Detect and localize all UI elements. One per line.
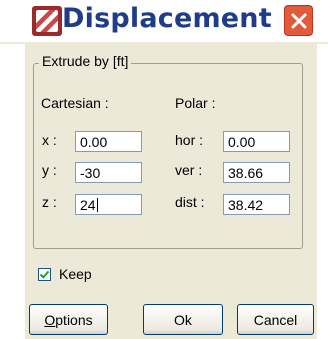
- hor-label: hor :: [175, 132, 204, 148]
- z-input[interactable]: 24: [75, 194, 142, 215]
- hor-input[interactable]: 0.00: [223, 131, 290, 152]
- ok-label: Ok: [174, 311, 192, 328]
- window-title: Displacement: [62, 3, 272, 34]
- z-label: z :: [42, 194, 57, 210]
- keep-checkbox[interactable]: [38, 268, 51, 281]
- z-value: 24: [80, 197, 96, 213]
- ok-button[interactable]: Ok: [143, 304, 223, 335]
- cancel-button[interactable]: Cancel: [237, 304, 314, 335]
- y-input[interactable]: -30: [75, 162, 142, 183]
- groupbox-title: Extrude by [ft]: [39, 53, 132, 69]
- window-right-margin: [316, 44, 328, 339]
- dist-input[interactable]: 38.42: [223, 194, 290, 215]
- x-label: x :: [42, 132, 57, 148]
- y-label: y :: [42, 162, 57, 178]
- dist-label: dist :: [175, 194, 205, 210]
- keep-label[interactable]: Keep: [59, 266, 92, 282]
- extrude-groupbox: [33, 63, 303, 249]
- options-button[interactable]: Options: [29, 304, 108, 335]
- ver-value: 38.66: [228, 165, 264, 181]
- title-bar[interactable]: Displacement: [0, 0, 328, 42]
- ver-label: ver :: [175, 162, 203, 178]
- options-label: ptions: [55, 311, 93, 328]
- hor-value: 0.00: [228, 134, 256, 150]
- y-value: -30: [80, 165, 101, 181]
- checkmark-icon: [39, 270, 50, 279]
- x-input[interactable]: 0.00: [75, 131, 142, 152]
- dist-value: 38.42: [228, 197, 264, 213]
- app-icon: [32, 6, 62, 36]
- close-icon: [291, 13, 306, 28]
- cancel-label: Cancel: [253, 311, 298, 328]
- ver-input[interactable]: 38.66: [223, 162, 290, 183]
- close-button[interactable]: [283, 4, 314, 37]
- polar-heading: Polar :: [175, 95, 216, 111]
- x-value: 0.00: [80, 134, 108, 150]
- displacement-dialog: Displacement Extrude by [ft] Cartesian :…: [0, 0, 328, 339]
- dialog-body: Extrude by [ft] Cartesian : Polar : x : …: [24, 44, 317, 339]
- text-caret: [96, 198, 98, 212]
- options-accelerator: O: [44, 311, 56, 328]
- window-left-margin: [0, 44, 24, 339]
- cartesian-heading: Cartesian :: [41, 95, 109, 111]
